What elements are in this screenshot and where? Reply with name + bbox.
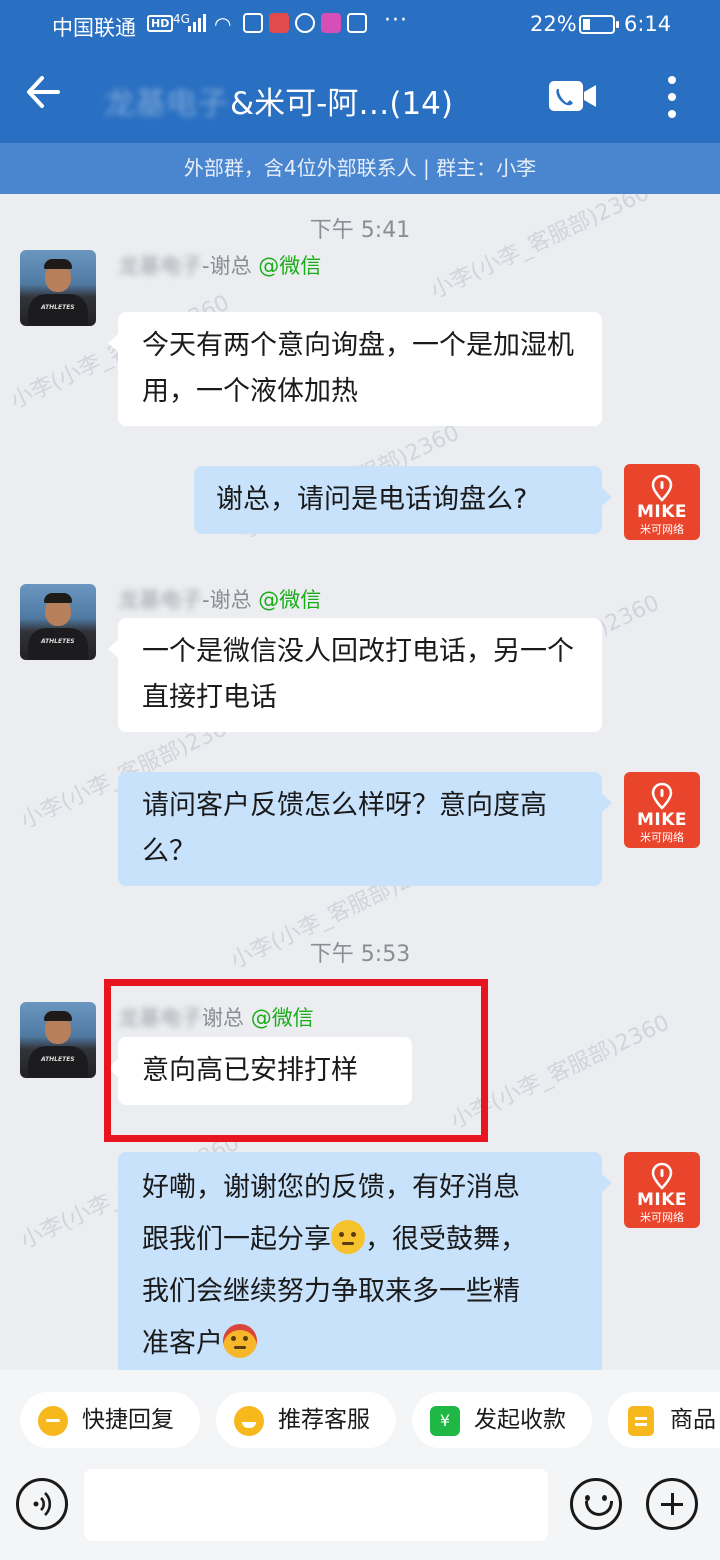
message-bubble[interactable]: 今天有两个意向询盘，一个是加湿机用，一个液体加热 bbox=[108, 312, 602, 426]
wechat-tag: @微信 bbox=[258, 588, 322, 612]
mike-logo-avatar[interactable]: MIKE 米可网络 bbox=[624, 772, 700, 848]
message-line: 我们会继续努力争取来多一些精 bbox=[142, 1276, 520, 1307]
avatar[interactable] bbox=[20, 250, 96, 326]
determined-emoji-icon bbox=[223, 1324, 257, 1358]
message-input[interactable] bbox=[84, 1469, 548, 1541]
wechat-icon bbox=[295, 13, 315, 33]
status-bar: 中国联通 HD 4G ◠ ··· 22% 6:14 bbox=[0, 0, 720, 50]
logo-sub: 米可网络 bbox=[640, 523, 684, 536]
logo-brand: MIKE bbox=[636, 502, 688, 522]
timestamp: 下午 5:53 bbox=[309, 942, 411, 967]
plus-icon[interactable] bbox=[646, 1478, 698, 1530]
map-pin-icon bbox=[651, 782, 673, 810]
chip-label: 推荐客服 bbox=[278, 1407, 370, 1433]
notification-icons bbox=[243, 13, 367, 33]
carrier-label: 中国联通 bbox=[52, 16, 136, 40]
music-app-icon bbox=[243, 13, 263, 33]
avatar[interactable] bbox=[20, 1002, 96, 1078]
battery-percent: 22% bbox=[530, 12, 577, 36]
mike-logo-avatar[interactable]: MIKE 米可网络 bbox=[624, 464, 700, 540]
thinking-emoji-icon bbox=[331, 1220, 365, 1254]
message-bubble[interactable]: 请问客户反馈怎么样呀？意向度高么？ bbox=[118, 772, 612, 886]
quick-reply-icon bbox=[38, 1406, 68, 1436]
more-menu-icon[interactable] bbox=[664, 76, 680, 118]
watermark: 小李(小李_客服部)2360 bbox=[426, 194, 654, 304]
quick-reply-button[interactable]: 快捷回复 bbox=[20, 1392, 200, 1448]
group-info-bar[interactable]: 外部群，含4位外部联系人 | 群主：小李 bbox=[0, 143, 720, 194]
more-notifications-icon: ··· bbox=[384, 8, 408, 33]
chip-label: 商品 bbox=[670, 1407, 716, 1433]
red-highlight-box bbox=[104, 979, 488, 1142]
info-app-icon bbox=[321, 13, 341, 33]
sender-name: 龙基电子-谢总 @微信 bbox=[118, 254, 322, 278]
battery-icon bbox=[579, 15, 619, 34]
message-line: 准客户 bbox=[142, 1318, 578, 1370]
avatar[interactable] bbox=[20, 584, 96, 660]
logo-sub: 米可网络 bbox=[640, 831, 684, 844]
message-line: 好嘞，谢谢您的反馈，有好消息 bbox=[142, 1172, 520, 1203]
top-bar: 中国联通 HD 4G ◠ ··· 22% 6:14 龙基电子&米可-阿…(14) bbox=[0, 0, 720, 143]
message-bubble[interactable]: 好嘞，谢谢您的反馈，有好消息 跟我们一起分享 ，很受鼓舞， 我们会继续努力争取来多… bbox=[118, 1152, 612, 1370]
hand-app-icon bbox=[347, 13, 367, 33]
hd-badge: HD bbox=[147, 15, 174, 32]
book-app-icon bbox=[269, 13, 289, 33]
chat-header: 龙基电子&米可-阿…(14) bbox=[0, 50, 720, 143]
logo-brand: MIKE bbox=[636, 810, 688, 830]
products-button[interactable]: 商品 bbox=[608, 1392, 720, 1448]
message-bubble[interactable]: 一个是微信没人回改打电话，另一个直接打电话 bbox=[108, 618, 602, 732]
clock: 6:14 bbox=[624, 12, 672, 36]
logo-brand: MIKE bbox=[636, 1190, 688, 1210]
quick-actions-bar: 快捷回复 推荐客服 ¥ 发起收款 商品 bbox=[0, 1370, 720, 1466]
back-arrow-icon[interactable] bbox=[24, 72, 64, 112]
input-bar bbox=[0, 1466, 720, 1560]
video-call-icon[interactable] bbox=[548, 80, 598, 112]
map-pin-icon bbox=[651, 1162, 673, 1190]
wifi-icon: ◠ bbox=[214, 12, 232, 36]
request-payment-button[interactable]: ¥ 发起收款 bbox=[412, 1392, 592, 1448]
products-icon bbox=[628, 1406, 654, 1436]
chat-area[interactable]: 小李(小李_客服部)2360 小李(小李_客服部)2360 小李(小李_客服部)… bbox=[0, 194, 720, 1370]
sender-name: 龙基电子-谢总 @微信 bbox=[118, 588, 322, 612]
logo-sub: 米可网络 bbox=[640, 1211, 684, 1224]
title-text: &米可-阿…(14) bbox=[230, 86, 453, 122]
yuan-icon: ¥ bbox=[430, 1406, 460, 1436]
chip-label: 发起收款 bbox=[474, 1407, 566, 1433]
chip-label: 快捷回复 bbox=[82, 1407, 174, 1433]
recommend-service-button[interactable]: 推荐客服 bbox=[216, 1392, 396, 1448]
service-icon bbox=[234, 1406, 264, 1436]
message-line: 跟我们一起分享 ，很受鼓舞， bbox=[142, 1214, 578, 1266]
chat-title: 龙基电子&米可-阿…(14) bbox=[104, 78, 453, 123]
message-bubble[interactable]: 谢总，请问是电话询盘么? bbox=[194, 466, 612, 534]
voice-input-icon[interactable] bbox=[16, 1478, 68, 1530]
mike-logo-avatar[interactable]: MIKE 米可网络 bbox=[624, 1152, 700, 1228]
emoji-icon[interactable] bbox=[570, 1478, 622, 1530]
signal-icon bbox=[188, 14, 210, 32]
map-pin-icon bbox=[651, 474, 673, 502]
title-blurred-part: 龙基电子 bbox=[104, 86, 228, 122]
wechat-tag: @微信 bbox=[258, 254, 322, 278]
timestamp: 下午 5:41 bbox=[309, 218, 411, 243]
